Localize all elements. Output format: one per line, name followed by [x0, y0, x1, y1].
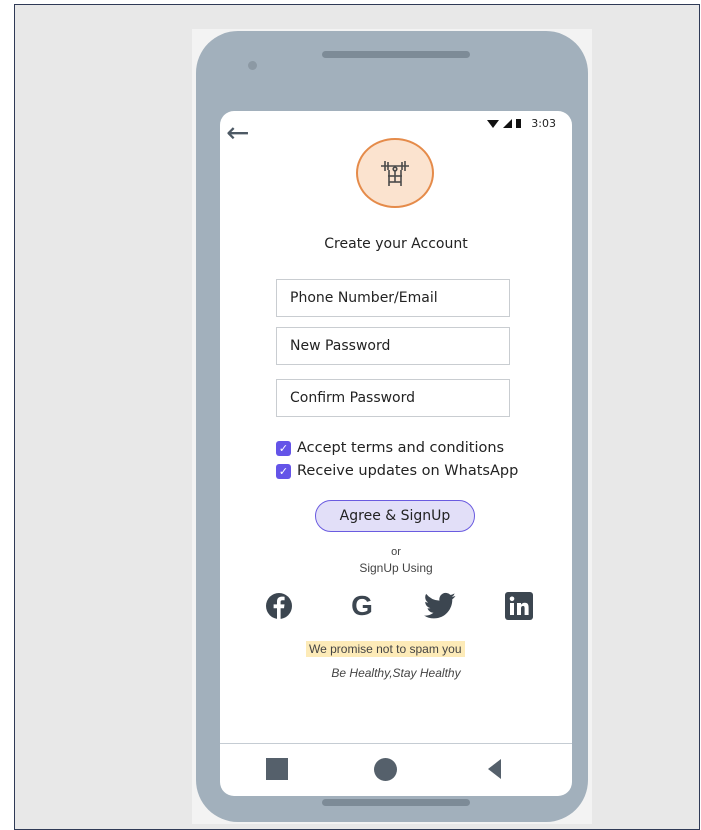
accept-terms-checkbox[interactable]: ✓	[276, 440, 291, 456]
agree-signup-button[interactable]: Agree & SignUp	[315, 500, 475, 532]
tagline: Be Healthy,Stay Healthy	[331, 666, 461, 680]
phone-email-input[interactable]	[276, 279, 510, 317]
twitter-icon[interactable]	[423, 589, 457, 623]
whatsapp-updates-row[interactable]: ✓ Receive updates on WhatsApp	[276, 463, 518, 479]
phone-frame: 3:03 ← Create your Account Phone Number/…	[196, 31, 588, 822]
android-nav-bar	[220, 743, 572, 796]
phone-speaker	[322, 51, 470, 58]
battery-icon	[516, 119, 522, 128]
status-bar: 3:03	[487, 117, 556, 130]
phone-camera	[248, 61, 257, 70]
canvas: 3:03 ← Create your Account Phone Number/…	[14, 4, 700, 830]
confirm-password-input[interactable]	[276, 379, 510, 417]
linkedin-icon[interactable]	[502, 589, 536, 623]
whatsapp-updates-label: Receive updates on WhatsApp	[297, 463, 519, 479]
new-password-input[interactable]	[276, 327, 510, 365]
gym-bench-icon	[381, 161, 409, 186]
page-title: Create your Account	[324, 236, 468, 252]
arrow-left-icon[interactable]: ←	[226, 119, 249, 147]
google-icon[interactable]: G	[345, 589, 379, 623]
signal-icon	[503, 119, 513, 128]
signup-using-text: SignUp Using	[359, 561, 433, 575]
app-logo	[356, 138, 434, 208]
app-screen: 3:03 ← Create your Account Phone Number/…	[220, 111, 572, 743]
or-text: or	[391, 546, 401, 558]
wifi-icon	[487, 119, 500, 128]
back-triangle-icon[interactable]	[488, 759, 501, 779]
phone-bottom-bar	[322, 799, 470, 806]
accept-terms-label: Accept terms and conditions	[297, 440, 505, 456]
no-spam-notice: We promise not to spam you	[306, 641, 465, 657]
home-icon[interactable]	[374, 758, 397, 781]
status-time: 3:03	[531, 117, 556, 130]
whatsapp-updates-checkbox[interactable]: ✓	[276, 463, 291, 479]
phone-mockup: 3:03 ← Create your Account Phone Number/…	[192, 29, 592, 824]
facebook-icon[interactable]	[262, 589, 296, 623]
recent-apps-icon[interactable]	[266, 758, 288, 780]
accept-terms-row[interactable]: ✓ Accept terms and conditions	[276, 440, 504, 456]
